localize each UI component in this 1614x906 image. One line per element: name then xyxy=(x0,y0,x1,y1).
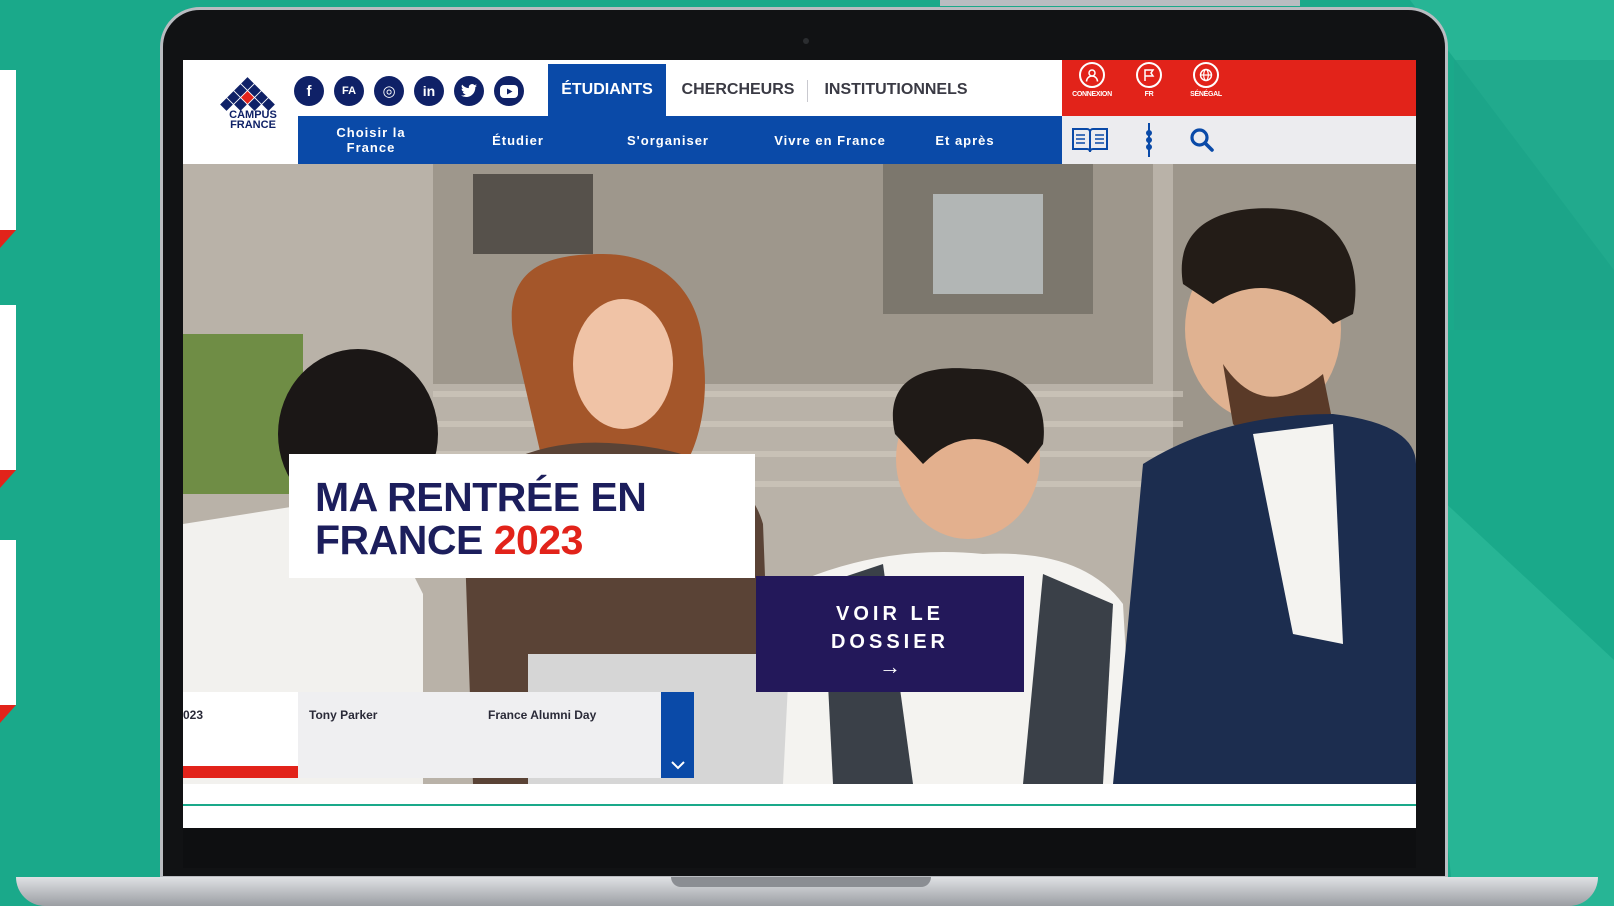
flag-icon xyxy=(1136,62,1162,88)
tab-chercheurs[interactable]: CHERCHEURS xyxy=(673,64,803,116)
youtube-icon[interactable] xyxy=(494,76,524,106)
laptop-camera xyxy=(803,38,809,44)
side-card-3 xyxy=(0,540,16,723)
linkedin-icon[interactable]: in xyxy=(414,76,444,106)
main-navigation: Choisir la France Étudier S'organiser Vi… xyxy=(298,116,1062,164)
hero-title-box: MA RENTRÉE EN FRANCE 2023 xyxy=(289,454,755,578)
twitter-icon[interactable] xyxy=(454,76,484,106)
hero-banner: MA RENTRÉE EN FRANCE 2023 VOIR LE DOSSIER… xyxy=(183,164,1416,784)
hero-year: 2023 xyxy=(493,517,584,563)
nav-vivre-en-france[interactable]: Vivre en France xyxy=(750,116,910,164)
website-screen: CAMPUS FRANCE f FA ◎ in ÉTUDIANTS CHERCHE… xyxy=(183,60,1416,828)
voir-le-dossier-button[interactable]: VOIR LE DOSSIER → xyxy=(756,576,1024,692)
arrow-right-icon: → xyxy=(879,654,901,679)
laptop-chin xyxy=(183,828,1416,868)
connexion-button[interactable]: CONNEXION xyxy=(1062,62,1122,98)
logo-text: CAMPUS FRANCE xyxy=(229,109,277,131)
news-item[interactable]: 023 xyxy=(183,708,203,722)
nav-et-apres[interactable]: Et après xyxy=(915,116,1015,164)
nav-etudier[interactable]: Étudier xyxy=(473,116,563,164)
globe-icon xyxy=(1193,62,1219,88)
utility-bar: CONNEXION FR SÉNÉGAL xyxy=(1062,60,1416,116)
news-item[interactable]: France Alumni Day xyxy=(488,708,596,722)
tab-etudiants[interactable]: ÉTUDIANTS xyxy=(548,64,666,116)
instagram-icon[interactable]: ◎ xyxy=(374,76,404,106)
language-button[interactable]: FR xyxy=(1119,62,1179,98)
search-icon[interactable] xyxy=(1187,125,1217,155)
facebook-icon[interactable]: f xyxy=(294,76,324,106)
page-footer-strip xyxy=(183,784,1416,806)
tab-institutionnels[interactable]: INSTITUTIONNELS xyxy=(811,64,981,116)
tab-divider xyxy=(807,80,808,102)
country-button[interactable]: SÉNÉGAL xyxy=(1176,62,1236,98)
user-icon xyxy=(1079,62,1105,88)
side-card-2 xyxy=(0,305,16,488)
more-vertical-icon[interactable] xyxy=(1134,123,1164,157)
hero-title: MA RENTRÉE EN FRANCE 2023 xyxy=(315,474,647,563)
france-alumni-icon[interactable]: FA xyxy=(334,76,364,106)
laptop-base xyxy=(16,877,1598,906)
chevron-down-icon[interactable] xyxy=(661,692,694,778)
nav-s-organiser[interactable]: S'organiser xyxy=(608,116,728,164)
nav-choisir-la-france[interactable]: Choisir la France xyxy=(316,116,426,164)
book-icon[interactable] xyxy=(1070,125,1110,155)
news-item[interactable]: Tony Parker xyxy=(309,708,377,722)
news-active-indicator xyxy=(183,766,298,778)
side-card-1 xyxy=(0,70,16,248)
news-carousel: 023 Tony Parker France Alumni Day xyxy=(183,692,661,778)
tool-bar xyxy=(1062,116,1416,164)
campus-france-logo[interactable]: CAMPUS FRANCE xyxy=(183,60,298,164)
